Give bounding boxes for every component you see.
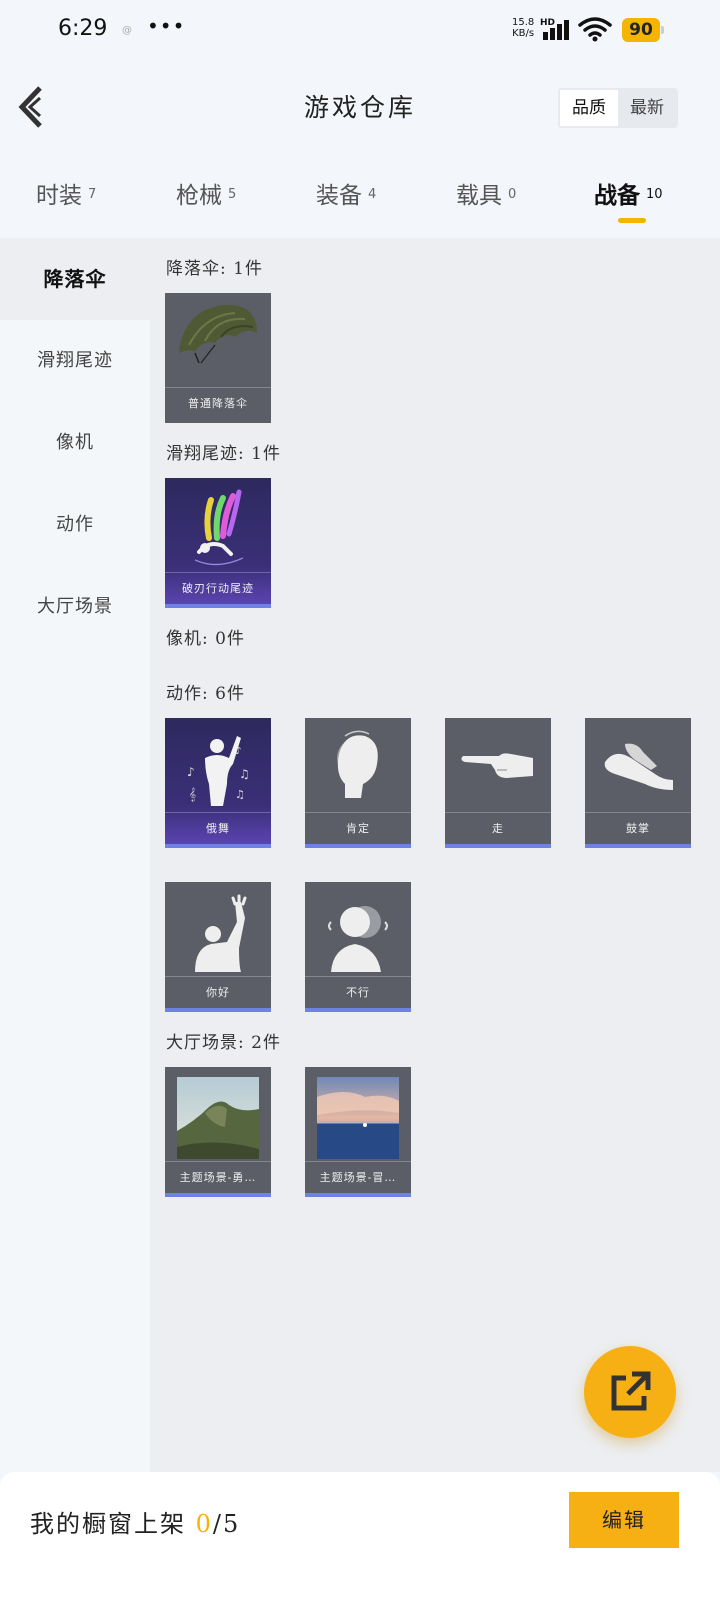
tab-equipment[interactable]: 装备 4	[316, 176, 376, 210]
battery-indicator: 90	[622, 18, 660, 42]
item-card-glide-trail[interactable]: 破刃行动尾迹	[165, 478, 271, 608]
item-card-lobby-scene[interactable]: 主题场景-冒…	[305, 1067, 411, 1197]
tab-count: 4	[368, 187, 377, 202]
tab-weapons[interactable]: 枪械 5	[176, 176, 236, 210]
item-name: 俄舞	[165, 812, 271, 844]
wave-emote-icon	[195, 894, 247, 972]
section-title-glide-trail: 滑翔尾迹: 1件	[166, 444, 281, 464]
bottom-bar: 我的橱窗上架 0/5 编辑	[0, 1472, 720, 1600]
more-notifications-icon: •••	[147, 14, 186, 38]
point-emote-icon	[461, 753, 533, 778]
tab-count: 0	[508, 187, 517, 202]
sea-scene-thumbnail	[317, 1077, 399, 1159]
item-name: 破刃行动尾迹	[165, 572, 271, 604]
item-card-lobby-scene[interactable]: 主题场景-勇…	[165, 1067, 271, 1197]
network-speed-unit: KB/s	[512, 28, 535, 39]
battery-nub	[661, 26, 664, 34]
sidebar: 降落伞 滑翔尾迹 像机 动作 大厅场景	[0, 238, 150, 1472]
sort-by-quality[interactable]: 品质	[560, 90, 618, 126]
section-title-parachute: 降落伞: 1件	[166, 259, 263, 279]
svg-text:♫: ♫	[239, 767, 250, 781]
section-title-camera: 像机: 0件	[166, 629, 245, 649]
item-card-emote[interactable]: 鼓掌	[585, 718, 691, 848]
item-name: 不行	[305, 976, 411, 1008]
signal-icon	[543, 20, 569, 40]
status-time: 6:29	[58, 16, 108, 41]
item-name: 鼓掌	[585, 812, 691, 844]
svg-text:♪: ♪	[235, 746, 241, 757]
item-name: 你好	[165, 976, 271, 1008]
header: 游戏仓库 品质 最新	[0, 60, 720, 152]
item-card-emote[interactable]: 不行	[305, 882, 411, 1012]
sort-by-newest[interactable]: 最新	[618, 90, 676, 126]
status-at-icon: @	[122, 25, 132, 36]
tab-count: 10	[646, 187, 663, 202]
status-bar: 6:29 @ ••• 15.8 KB/s HD 90	[0, 0, 720, 60]
dance-emote-icon: ♪ ♫ ♪ 𝄞 ♫	[187, 736, 250, 806]
tab-fashion[interactable]: 时装 7	[36, 176, 96, 210]
item-name: 肯定	[305, 812, 411, 844]
active-tab-indicator	[618, 218, 646, 223]
item-card-parachute[interactable]: 普通降落伞	[165, 293, 271, 423]
item-name: 普通降落伞	[165, 387, 271, 421]
shake-head-emote-icon	[328, 906, 388, 972]
tab-label: 战备	[594, 182, 640, 209]
showcase-label: 我的橱窗上架	[30, 1510, 196, 1538]
tab-combat-gear[interactable]: 战备 10	[594, 176, 663, 210]
network-speed-value: 15.8	[512, 17, 535, 28]
parachute-icon	[179, 304, 257, 364]
sidebar-item-lobby-scene[interactable]: 大厅场景	[0, 566, 150, 648]
sort-toggle: 品质 最新	[558, 88, 678, 128]
item-name: 主题场景-冒…	[305, 1161, 411, 1193]
edit-button[interactable]: 编辑	[569, 1492, 679, 1548]
clap-emote-icon	[604, 743, 673, 790]
category-tabs: 时装 7 枪械 5 装备 4 载具 0 战备 10	[0, 152, 720, 238]
glide-trail-icon	[194, 489, 244, 566]
section-title-lobby-scene: 大厅场景: 2件	[166, 1033, 281, 1053]
tab-label: 装备	[316, 183, 362, 209]
showcase-total: /5	[212, 1510, 241, 1538]
mountain-scene-thumbnail	[177, 1077, 259, 1159]
inventory-content: 降落伞: 1件 普通降落伞 滑翔尾迹: 1件 破刃行动尾迹 像机: 0件 动作:…	[150, 238, 720, 1472]
item-card-emote[interactable]: 你好	[165, 882, 271, 1012]
item-card-emote[interactable]: ♪ ♫ ♪ 𝄞 ♫ 俄舞	[165, 718, 271, 848]
share-icon	[611, 1371, 651, 1411]
item-card-emote[interactable]: 肯定	[305, 718, 411, 848]
tab-vehicles[interactable]: 载具 0	[456, 176, 516, 210]
wifi-icon	[578, 17, 612, 42]
item-name: 走	[445, 812, 551, 844]
tab-label: 枪械	[176, 183, 222, 209]
showcase-status: 我的橱窗上架 0/5	[30, 1504, 240, 1539]
showcase-count: 0	[195, 1510, 213, 1538]
tab-count: 5	[228, 187, 237, 202]
tab-count: 7	[88, 187, 97, 202]
section-title-emotes: 动作: 6件	[166, 684, 245, 704]
network-speed: 15.8 KB/s	[512, 17, 534, 39]
tab-label: 时装	[36, 183, 82, 209]
sidebar-item-parachute[interactable]: 降落伞	[0, 238, 150, 320]
svg-text:𝄞: 𝄞	[189, 787, 196, 801]
item-card-emote[interactable]: 走	[445, 718, 551, 848]
share-button[interactable]	[584, 1346, 676, 1438]
sidebar-item-emotes[interactable]: 动作	[0, 484, 150, 566]
tab-label: 载具	[456, 183, 502, 209]
sidebar-item-glide-trail[interactable]: 滑翔尾迹	[0, 320, 150, 402]
svg-text:♫: ♫	[235, 788, 245, 801]
item-name: 主题场景-勇…	[165, 1161, 271, 1193]
sidebar-item-camera[interactable]: 像机	[0, 402, 150, 484]
svg-text:♪: ♪	[187, 765, 195, 779]
nod-emote-icon	[337, 730, 378, 798]
